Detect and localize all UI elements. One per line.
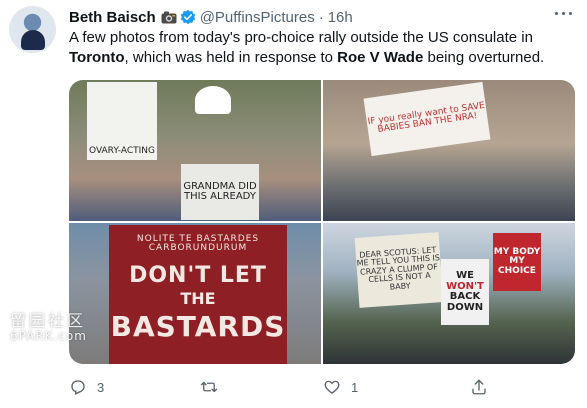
photo-4[interactable]: DEAR SCOTUS: LET ME TELL YOU THIS IS CRA… bbox=[323, 223, 575, 364]
timestamp[interactable]: 16h bbox=[328, 9, 353, 26]
sign-my-body-my-choice: MY BODY MY CHOICE bbox=[493, 233, 541, 291]
photo-1[interactable]: OVARY-ACTING GRANDMA DID THIS ALREADY bbox=[69, 80, 321, 221]
more-options-icon[interactable] bbox=[555, 10, 573, 18]
sign-ovary-acting: OVARY-ACTING bbox=[87, 82, 157, 160]
photo-3[interactable]: NOLITE TE BASTARDES CARBORUNDURUM DON'T … bbox=[69, 223, 321, 364]
sign-nolite-line2: THE bbox=[180, 288, 216, 308]
retweet-icon bbox=[200, 381, 218, 393]
camera-icon bbox=[161, 11, 177, 24]
sign-we: WE bbox=[456, 270, 474, 281]
photo-2[interactable]: IF you really want to SAVE BABIES BAN TH… bbox=[323, 80, 575, 221]
sign-dear-scotus: DEAR SCOTUS: LET ME TELL YOU THIS IS CRA… bbox=[354, 232, 444, 308]
watermark-line2: 6PARK.com bbox=[10, 329, 87, 343]
verified-icon bbox=[180, 9, 196, 25]
display-name[interactable]: Beth Baisch bbox=[69, 9, 156, 26]
retweet-button[interactable] bbox=[186, 372, 303, 402]
tweet: Beth Baisch @PuffinsPictures · 16h A few… bbox=[0, 0, 587, 408]
sign-save-babies: IF you really want to SAVE BABIES BAN TH… bbox=[363, 81, 491, 157]
like-count: 1 bbox=[351, 379, 359, 395]
sign-we-wont-back-down: WE WON'T BACK DOWN bbox=[441, 259, 489, 325]
tweet-text: A few photos from today's pro-choice ral… bbox=[69, 28, 569, 68]
share-button[interactable] bbox=[420, 372, 537, 402]
reply-button[interactable]: 3 bbox=[69, 372, 186, 402]
tweet-text-bold-toronto: Toronto bbox=[69, 49, 125, 66]
watermark: 留园社区 6PARK.com bbox=[10, 307, 87, 343]
tweet-text-bold-roe: Roe V Wade bbox=[337, 49, 424, 66]
sign-back-down: BACK DOWN bbox=[446, 291, 484, 313]
action-bar: 3 1 bbox=[69, 372, 539, 402]
sign-nolite-small: NOLITE TE BASTARDES CARBORUNDURUM bbox=[136, 234, 260, 254]
sign-nolite-line1: DON'T LET bbox=[129, 262, 267, 288]
heart-icon bbox=[324, 380, 340, 394]
like-button[interactable]: 1 bbox=[303, 372, 420, 402]
white-hat bbox=[195, 86, 231, 114]
media-grid: OVARY-ACTING GRANDMA DID THIS ALREADY IF… bbox=[69, 80, 575, 364]
tweet-header: Beth Baisch @PuffinsPictures · 16h bbox=[69, 7, 353, 27]
share-icon bbox=[472, 379, 486, 395]
avatar[interactable] bbox=[9, 6, 56, 53]
reply-count: 3 bbox=[97, 379, 105, 395]
reply-icon bbox=[71, 380, 85, 395]
tweet-text-mid: , which was held in response to bbox=[124, 49, 338, 66]
sign-nolite-line3: BASTARDS bbox=[110, 309, 286, 343]
sign-dont-let-the-bastards: NOLITE TE BASTARDES CARBORUNDURUM DON'T … bbox=[109, 225, 287, 364]
user-handle[interactable]: @PuffinsPictures bbox=[200, 9, 315, 26]
tweet-text-line1: A few photos from today's pro-choice ral… bbox=[69, 29, 533, 46]
separator: · bbox=[318, 8, 324, 26]
watermark-line1: 留园社区 bbox=[10, 311, 87, 330]
sign-grandma: GRANDMA DID THIS ALREADY bbox=[181, 164, 259, 220]
tweet-text-end: being overturned. bbox=[423, 49, 545, 66]
